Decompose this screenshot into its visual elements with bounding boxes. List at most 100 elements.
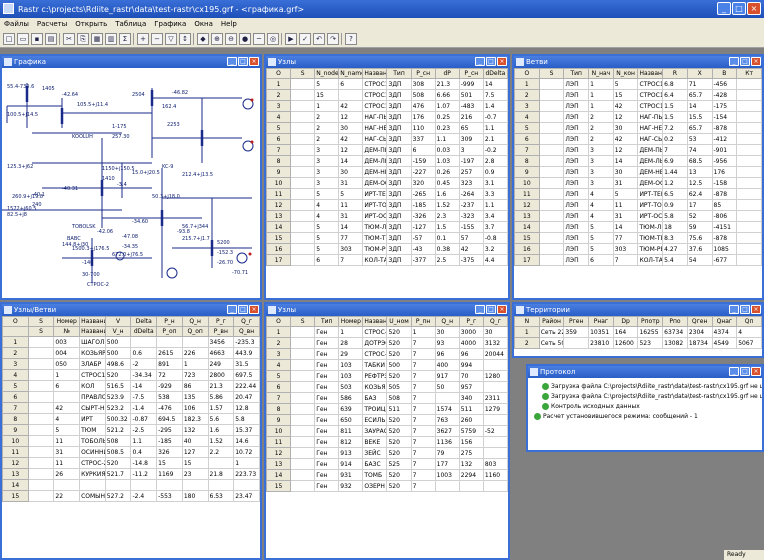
row-header[interactable]: 14 <box>266 221 292 233</box>
table-cell[interactable]: 476 <box>410 100 436 112</box>
table-cell[interactable]: 500 <box>104 347 132 359</box>
table-cell[interactable]: 5.4 <box>662 254 688 266</box>
table-cell[interactable]: ДЕМ-НЕЛЬНЯ <box>362 166 388 178</box>
table-cell[interactable] <box>27 424 55 436</box>
table-cell[interactable] <box>290 447 316 459</box>
table-cell[interactable]: 4 <box>588 199 614 211</box>
table-cell[interactable]: -1.4 <box>130 402 158 414</box>
table-cell[interactable]: 15 <box>314 89 340 101</box>
table-cell[interactable] <box>290 177 316 189</box>
branches-window-titlebar[interactable]: Ветви _ □ × <box>514 56 762 68</box>
table-cell[interactable] <box>538 155 565 167</box>
table-cell[interactable]: 1 <box>338 326 364 338</box>
table-row[interactable]: 8 314ДЕМ-ЛЬГОВАЯЗДП-1591.03-1972.8 <box>266 155 508 167</box>
table-cell[interactable] <box>538 78 565 90</box>
table-cell[interactable] <box>27 347 55 359</box>
table-cell[interactable]: 28 <box>338 337 364 349</box>
table-cell[interactable]: ЛЭП <box>563 199 590 211</box>
table-cell[interactable] <box>290 436 316 448</box>
table-cell[interactable]: -227 <box>410 166 436 178</box>
table-cell[interactable]: 3 <box>588 155 614 167</box>
table-cell[interactable] <box>290 144 316 156</box>
row-header[interactable]: 7 <box>2 402 29 414</box>
table-cell[interactable]: 30 <box>434 326 460 338</box>
table-cell[interactable]: 57 <box>458 232 484 244</box>
table-cell[interactable]: СОМЫНКО <box>79 490 106 502</box>
table-cell[interactable]: 31 <box>612 177 639 189</box>
table-cell[interactable]: 1.52 <box>434 199 460 211</box>
table-cell[interactable]: 1.1 <box>130 435 158 447</box>
table-cell[interactable]: -197 <box>458 155 484 167</box>
table-cell[interactable]: 508 <box>410 89 436 101</box>
table-cell[interactable] <box>736 122 762 134</box>
node-branches-table[interactable]: OSНомерНазваниеVDeltaP_нQ_нP_гQ_гS№Назва… <box>2 316 260 502</box>
table-cell[interactable]: 1136 <box>434 436 460 448</box>
table-cell[interactable] <box>434 480 460 492</box>
table-cell[interactable]: 803 <box>482 458 508 470</box>
table-cell[interactable]: 4374 <box>711 326 738 338</box>
close-button[interactable]: × <box>497 57 507 66</box>
table-cell[interactable]: 30 <box>612 166 639 178</box>
close-button[interactable]: × <box>249 57 259 66</box>
table-cell[interactable]: 520 <box>386 480 412 492</box>
table-cell[interactable]: НАГ-СЫРТ-НК <box>637 133 664 145</box>
menu-item[interactable]: Графика <box>154 20 186 28</box>
table-cell[interactable]: Ген <box>314 392 340 404</box>
table-row[interactable]: 1 56СТРОС1-301ЕЗДП30821.3-99914 <box>266 78 508 90</box>
table-row[interactable]: 7312ДЕМ-ПЫЛЬ-ЯКЗДП60.033-0.2 <box>266 144 508 156</box>
filter-icon[interactable]: ▽ <box>165 32 177 45</box>
undo-icon[interactable]: ↶ <box>313 32 325 45</box>
table-row[interactable]: 4 ЛЭП212НАГ-ПЫЛЬ-ЯК1.515.5-154 <box>514 111 762 123</box>
table-cell[interactable]: ДЕМ-ЛЬГОВАЯ <box>362 155 388 167</box>
table-cell[interactable] <box>736 221 762 233</box>
table-cell[interactable]: 40 <box>181 435 209 447</box>
table-cell[interactable]: 164 <box>612 326 639 338</box>
table-cell[interactable] <box>290 122 316 134</box>
maximize-button[interactable]: □ <box>732 2 746 15</box>
table-cell[interactable]: ЛЭП <box>563 243 590 255</box>
row-header[interactable]: 5 <box>514 122 540 134</box>
table-cell[interactable] <box>538 100 565 112</box>
table-cell[interactable]: ЗДП <box>386 144 412 156</box>
table-cell[interactable] <box>538 89 565 101</box>
table-cell[interactable]: 0.26 <box>434 166 460 178</box>
table-cell[interactable]: 2294 <box>458 469 484 481</box>
table-cell[interactable]: 26 <box>53 468 81 480</box>
table-cell[interactable]: 6.5 <box>662 188 688 200</box>
table-cell[interactable]: 5 <box>314 221 340 233</box>
table-cell[interactable] <box>538 232 565 244</box>
row-header[interactable]: 1 <box>2 336 29 348</box>
table-cell[interactable]: 2311 <box>482 392 508 404</box>
table-cell[interactable]: ТЮМ-ТЕТЛЕ-2 <box>637 232 664 244</box>
menu-item[interactable]: Help <box>221 20 237 28</box>
minimize-button[interactable]: _ <box>729 367 739 376</box>
table-cell[interactable]: 3 <box>588 144 614 156</box>
table-cell[interactable]: -14 <box>130 380 158 392</box>
table-cell[interactable]: 1160 <box>482 469 508 481</box>
table-cell[interactable]: 132 <box>458 458 484 470</box>
menu-item[interactable]: Таблица <box>115 20 146 28</box>
row-header[interactable]: 7 <box>266 392 292 404</box>
table-cell[interactable]: -265 <box>410 188 436 200</box>
table-cell[interactable]: 0.23 <box>434 122 460 134</box>
table-cell[interactable]: 3.4 <box>482 210 508 222</box>
table-cell[interactable]: КУРКИЯ <box>79 468 106 480</box>
table-cell[interactable]: -235.3 <box>233 336 260 348</box>
table-cell[interactable]: 6 <box>588 254 614 266</box>
table-row[interactable]: 3Ген29СТРОС-25207969620044 <box>266 348 508 360</box>
table-row[interactable]: 1ЛЭП15СТРОС1-ЗОЛ6.871-456 <box>514 78 762 90</box>
table-cell[interactable]: ЗДП <box>386 254 412 266</box>
table-cell[interactable]: 176 <box>711 166 738 178</box>
table-row[interactable]: 7 42СЫРТ-НЯК523.2-1.4-4761061.5712.8 <box>2 402 260 414</box>
table-cell[interactable]: 7 <box>410 337 436 349</box>
table-cell[interactable]: Сеть 500 <box>538 337 565 349</box>
table-cell[interactable]: Ген <box>314 348 340 360</box>
row-header[interactable]: 15 <box>514 232 540 244</box>
table-cell[interactable] <box>538 177 565 189</box>
table-cell[interactable] <box>27 402 55 414</box>
table-cell[interactable]: 6 <box>53 380 81 392</box>
row-header[interactable]: 5 <box>2 380 29 392</box>
table-row[interactable]: 8 4 ИРТ 500.32 -0.87 694.5 182.3 5.6 5.8 <box>2 413 260 425</box>
table-cell[interactable]: 14 <box>686 100 713 112</box>
table-cell[interactable]: 3 <box>314 155 340 167</box>
